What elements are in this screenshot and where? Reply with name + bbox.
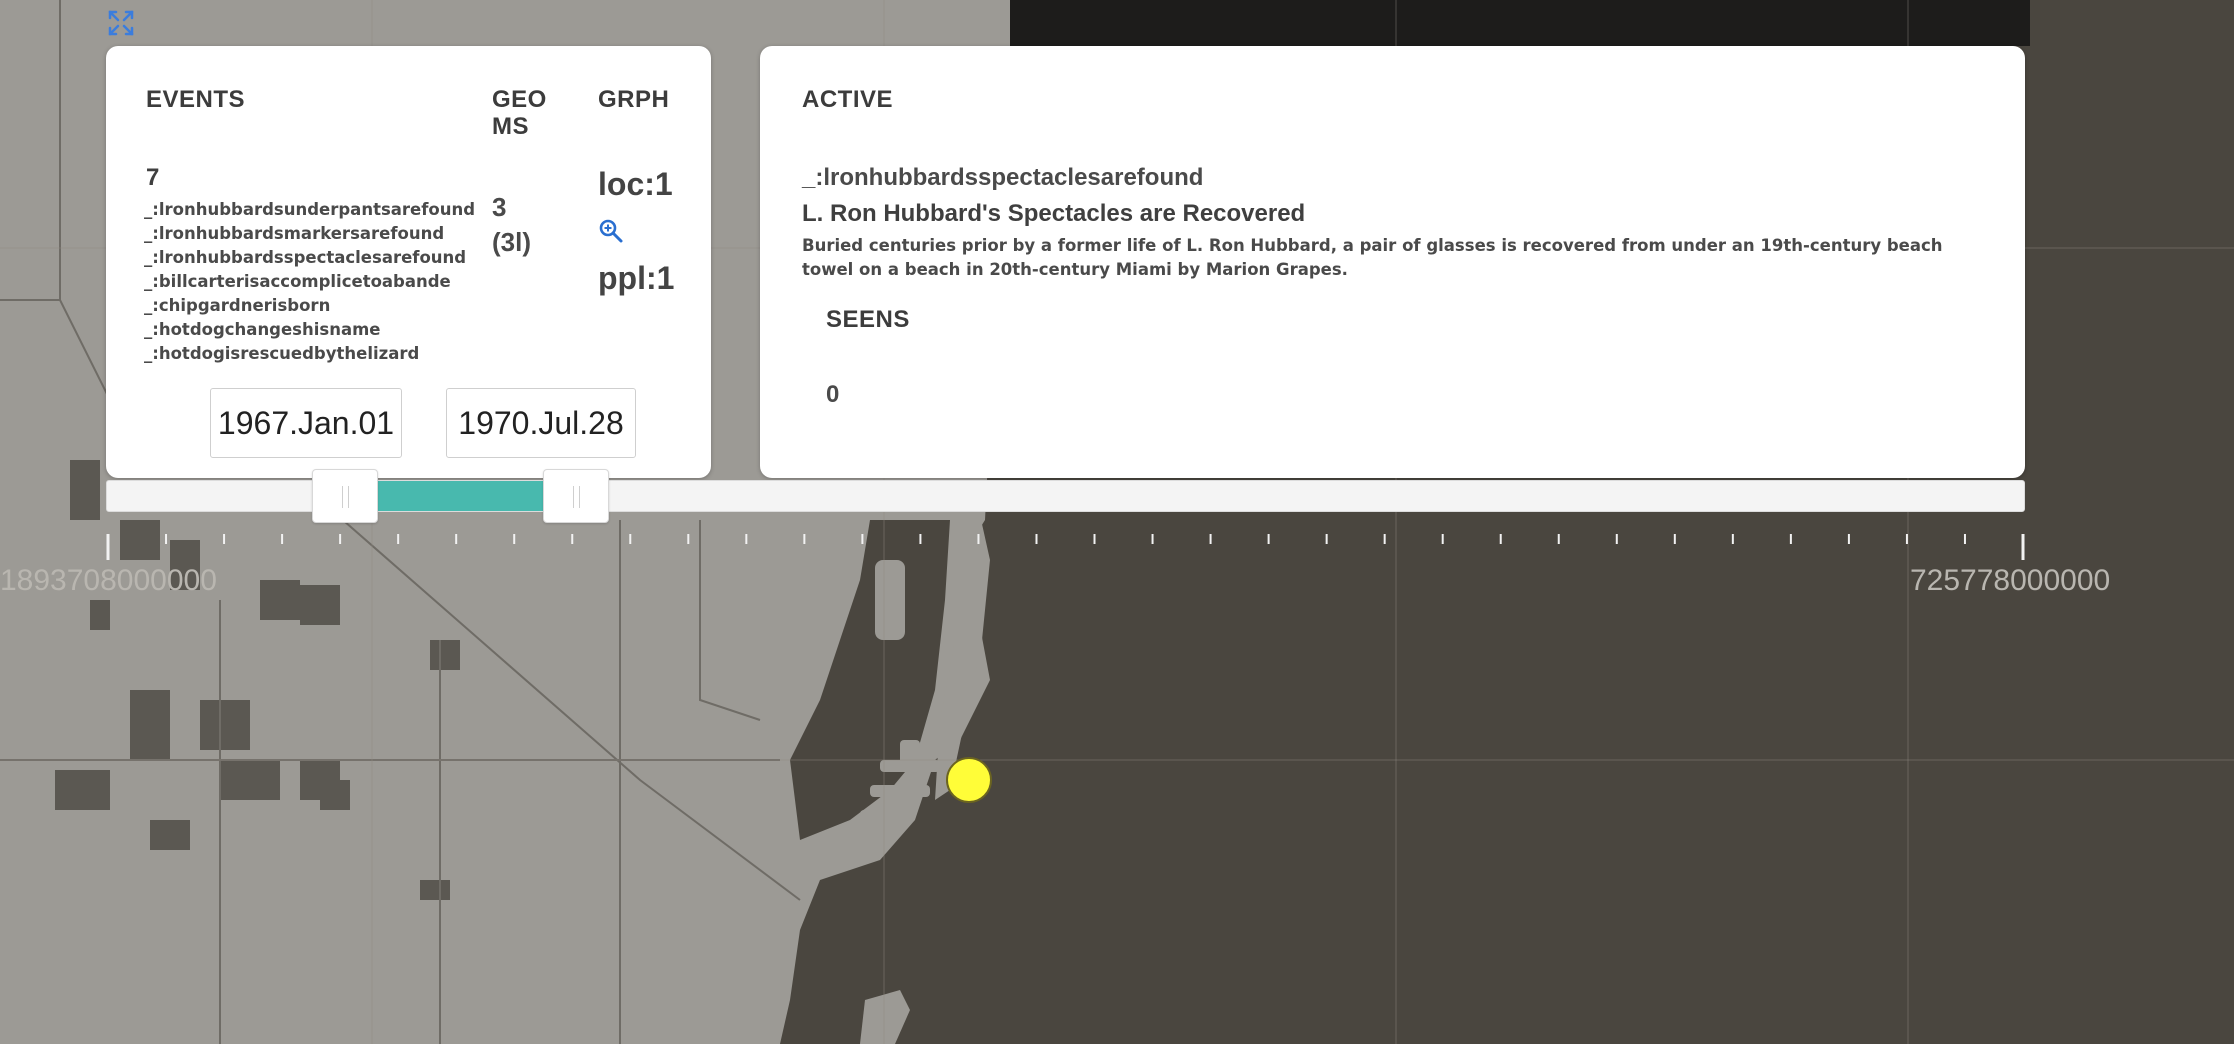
timeline-min-label: 1893708000000 xyxy=(0,564,217,597)
event-list-item[interactable]: _:lronhubbardsmarkersarefound xyxy=(144,222,475,246)
event-marker[interactable] xyxy=(946,757,992,803)
timeline-end-handle[interactable] xyxy=(542,469,609,523)
grph-loc-count: loc:1 xyxy=(598,166,673,202)
timeline-start-handle[interactable] xyxy=(312,469,379,523)
event-list-item[interactable]: _:hotdogchangeshisname xyxy=(144,318,475,342)
expand-icon[interactable] xyxy=(106,8,136,38)
timeline-slider[interactable] xyxy=(106,469,2025,523)
active-event-name: L. Ron Hubbard's Spectacles are Recovere… xyxy=(802,200,1306,227)
start-date-input[interactable] xyxy=(210,388,402,458)
end-date-input[interactable] xyxy=(446,388,636,458)
active-panel: ACTIVE _:lronhubbardsspectaclesarefound … xyxy=(760,46,2025,478)
seens-title: SEENS xyxy=(826,306,910,333)
timeline-max-label: 725778000000 xyxy=(1910,564,2111,597)
zoom-in-icon[interactable] xyxy=(598,218,624,244)
seens-count: 0 xyxy=(826,381,840,408)
grph-title: GRPH xyxy=(598,86,670,113)
timeline-selected-range xyxy=(345,481,576,511)
grph-ppl-count: ppl:1 xyxy=(598,260,675,296)
events-count: 7 xyxy=(146,164,160,191)
events-panel: EVENTS GEO MS GRPH 7 _:lronhubbardsunder… xyxy=(106,46,711,478)
events-title: EVENTS xyxy=(146,86,246,113)
event-list-item[interactable]: _:lronhubbardsunderpantsarefound xyxy=(144,198,475,222)
geoms-title: GEO MS xyxy=(492,86,547,140)
geoms-count-value: 3 xyxy=(492,192,507,222)
event-list-item[interactable]: _:chipgardnerisborn xyxy=(144,294,475,318)
event-list-item[interactable]: _:hotdogisrescuedbythelizard xyxy=(144,342,475,366)
active-event-description: Buried centuries prior by a former life … xyxy=(802,236,1943,279)
geoms-count: 3 (3l) xyxy=(492,190,531,260)
events-list: _:lronhubbardsunderpantsarefound _:lronh… xyxy=(144,198,475,366)
timeline-ticks xyxy=(106,534,2025,560)
event-list-item[interactable]: _:billcarterisaccomplicetoabande xyxy=(144,270,475,294)
active-event-id: _:lronhubbardsspectaclesarefound xyxy=(802,164,1204,191)
event-list-item[interactable]: _:lronhubbardsspectaclesarefound xyxy=(144,246,475,270)
active-title: ACTIVE xyxy=(802,86,894,113)
geoms-count-sub: (3l) xyxy=(492,227,531,257)
